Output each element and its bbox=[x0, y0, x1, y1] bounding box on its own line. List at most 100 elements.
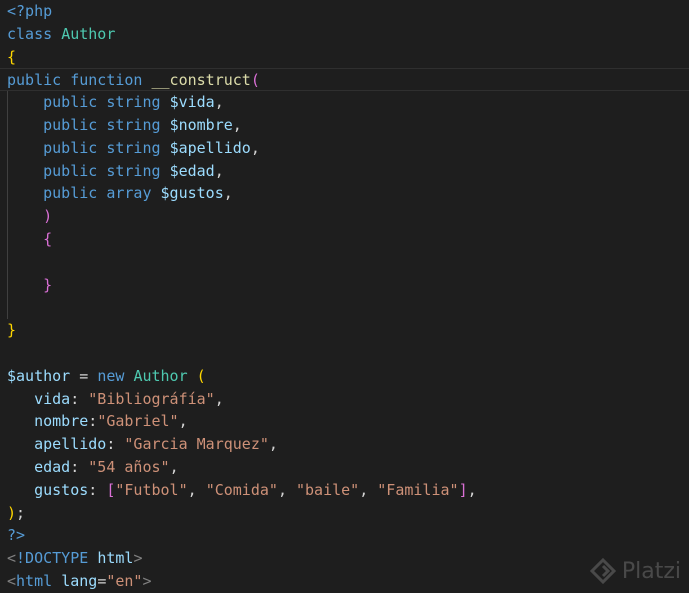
open-paren: ( bbox=[250, 71, 260, 90]
doctype: !DOCTYPE bbox=[16, 549, 89, 568]
code-line-13: } bbox=[0, 274, 689, 297]
param-name: $vida bbox=[169, 93, 215, 112]
code-line-10: ) bbox=[0, 205, 689, 228]
separator: , bbox=[214, 389, 224, 408]
keyword: public bbox=[7, 71, 62, 90]
code-line-11: { bbox=[0, 228, 689, 251]
keyword: public bbox=[43, 161, 98, 180]
code-line-18: vida: "Bibliográfía", bbox=[0, 388, 689, 411]
code-line-26: <html lang="en"> bbox=[0, 570, 689, 593]
php-close-tag: ?> bbox=[7, 526, 26, 545]
string-value: "54 años" bbox=[88, 458, 170, 476]
keyword: public bbox=[43, 184, 98, 203]
colon: : bbox=[88, 412, 98, 431]
tag-bracket: < bbox=[7, 572, 17, 590]
attribute-value: "en" bbox=[106, 572, 143, 590]
code-line-1: <?php bbox=[0, 0, 689, 23]
string-value: "Bibliográfía" bbox=[88, 389, 215, 408]
separator: , bbox=[250, 138, 260, 157]
string-value: "Familia" bbox=[377, 480, 459, 499]
code-line-5: public string $vida, bbox=[0, 91, 689, 114]
code-line-7: public string $apellido, bbox=[0, 137, 689, 160]
keyword: public bbox=[43, 116, 98, 134]
code-line-15: } bbox=[0, 319, 689, 342]
param-name: $nombre bbox=[169, 116, 233, 134]
separator: , bbox=[214, 161, 224, 180]
tag-bracket: > bbox=[142, 572, 152, 590]
arg-name: vida bbox=[34, 389, 71, 408]
code-line-24: ?> bbox=[0, 524, 689, 547]
close-bracket: ] bbox=[458, 480, 468, 499]
type: array bbox=[106, 184, 152, 203]
separator: , bbox=[214, 93, 224, 112]
colon: : bbox=[88, 480, 107, 499]
keyword: class bbox=[7, 24, 53, 43]
colon: : bbox=[106, 435, 125, 454]
type: string bbox=[106, 93, 161, 112]
separator: , bbox=[467, 480, 477, 499]
close-paren: ) bbox=[7, 503, 17, 522]
open-paren: ( bbox=[196, 366, 206, 385]
keyword: public bbox=[43, 138, 98, 157]
code-line-19: nombre:"Gabriel", bbox=[0, 410, 689, 433]
code-line-4: public function __construct( bbox=[0, 68, 689, 92]
colon: : bbox=[70, 458, 89, 476]
tag-bracket: < bbox=[7, 549, 17, 568]
code-line-25: <!DOCTYPE html> bbox=[0, 547, 689, 570]
semicolon: ; bbox=[16, 503, 26, 522]
arg-name: nombre bbox=[34, 412, 89, 431]
code-line-20: apellido: "Garcia Marquez", bbox=[0, 433, 689, 456]
separator: , bbox=[359, 480, 378, 499]
string-value: "baile" bbox=[296, 480, 360, 499]
function-name: __construct bbox=[151, 71, 251, 90]
code-line-21: edad: "54 años", bbox=[0, 456, 689, 479]
keyword: new bbox=[97, 366, 125, 385]
keyword: function bbox=[70, 71, 143, 90]
separator: , bbox=[277, 480, 296, 499]
open-brace: { bbox=[43, 230, 53, 248]
code-line-2: class Author bbox=[0, 23, 689, 46]
string-value: "Futbol" bbox=[115, 480, 188, 499]
open-brace: { bbox=[7, 47, 17, 66]
arg-name: apellido bbox=[34, 435, 107, 454]
equals: = bbox=[97, 572, 107, 590]
doctype-value: html bbox=[97, 549, 134, 568]
param-name: $apellido bbox=[169, 138, 251, 157]
code-line-23: ); bbox=[0, 502, 689, 525]
code-line-17: $author = new Author ( bbox=[0, 365, 689, 388]
separator: , bbox=[169, 458, 179, 476]
watermark-text: Platzi bbox=[621, 558, 681, 584]
arg-name: edad bbox=[34, 458, 71, 476]
code-line-6: public string $nombre, bbox=[0, 114, 689, 137]
string-value: "Garcia Marquez" bbox=[124, 435, 269, 454]
code-line-9: public array $gustos, bbox=[0, 182, 689, 205]
separator: , bbox=[268, 435, 278, 454]
separator: , bbox=[232, 116, 242, 134]
close-brace: } bbox=[7, 321, 17, 340]
code-editor[interactable]: <?php class Author { public function __c… bbox=[0, 0, 689, 590]
platzi-logo-icon bbox=[589, 558, 616, 584]
param-name: $edad bbox=[169, 161, 215, 180]
type: string bbox=[106, 116, 161, 134]
param-name: $gustos bbox=[160, 184, 224, 203]
string-value: "Gabriel" bbox=[97, 412, 179, 431]
string-value: "Comida" bbox=[205, 480, 278, 499]
code-line-22: gustos: ["Futbol", "Comida", "baile", "F… bbox=[0, 479, 689, 502]
colon: : bbox=[70, 389, 89, 408]
code-line-8: public string $edad, bbox=[0, 160, 689, 183]
attribute-name: lang bbox=[61, 572, 98, 590]
tag-name: html bbox=[16, 572, 53, 590]
separator: , bbox=[223, 184, 233, 203]
variable: $author bbox=[7, 366, 71, 385]
arg-name: gustos bbox=[34, 480, 89, 499]
separator: , bbox=[187, 480, 206, 499]
code-line-3: { bbox=[0, 46, 689, 69]
operator: = bbox=[70, 366, 98, 385]
type: string bbox=[106, 161, 161, 180]
php-open-tag: <?php bbox=[7, 2, 53, 20]
